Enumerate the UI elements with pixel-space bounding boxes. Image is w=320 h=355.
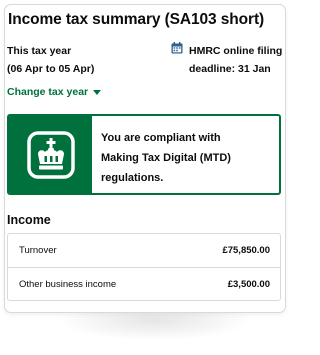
- mtd-compliance-banner: You are compliant with Making Tax Digita…: [7, 114, 281, 195]
- page-title: Income tax summary (SA103 short): [8, 11, 265, 28]
- mtd-message-line3: regulations.: [101, 172, 164, 184]
- income-heading: Income: [7, 213, 51, 227]
- tax-year-range: (06 Apr to 05 Apr): [7, 63, 95, 75]
- table-row: Other business income £3,500.00: [8, 267, 280, 300]
- filing-deadline-date: deadline: 31 Jan: [189, 63, 271, 75]
- mtd-message: You are compliant with Making Tax Digita…: [92, 116, 239, 193]
- table-row: Turnover £75,850.00: [8, 234, 280, 267]
- mtd-logo-panel: [9, 116, 92, 193]
- tax-year-label: This tax year: [7, 45, 72, 57]
- income-row-value: £75,850.00: [222, 245, 270, 256]
- filing-deadline-label: HMRC online filing: [189, 45, 283, 57]
- income-row-label: Other business income: [19, 279, 117, 290]
- crown-icon: [26, 130, 75, 179]
- income-row-value: £3,500.00: [227, 279, 270, 290]
- calendar-icon: [171, 42, 183, 54]
- mtd-message-line2: Making Tax Digital (MTD): [101, 152, 231, 164]
- change-tax-year-link[interactable]: Change tax year: [7, 86, 102, 98]
- income-row-label: Turnover: [19, 245, 57, 256]
- income-table: Turnover £75,850.00 Other business incom…: [7, 233, 281, 301]
- change-tax-year-label: Change tax year: [7, 86, 89, 98]
- caret-down-icon: [93, 90, 102, 95]
- mtd-message-line1: You are compliant with: [101, 132, 221, 144]
